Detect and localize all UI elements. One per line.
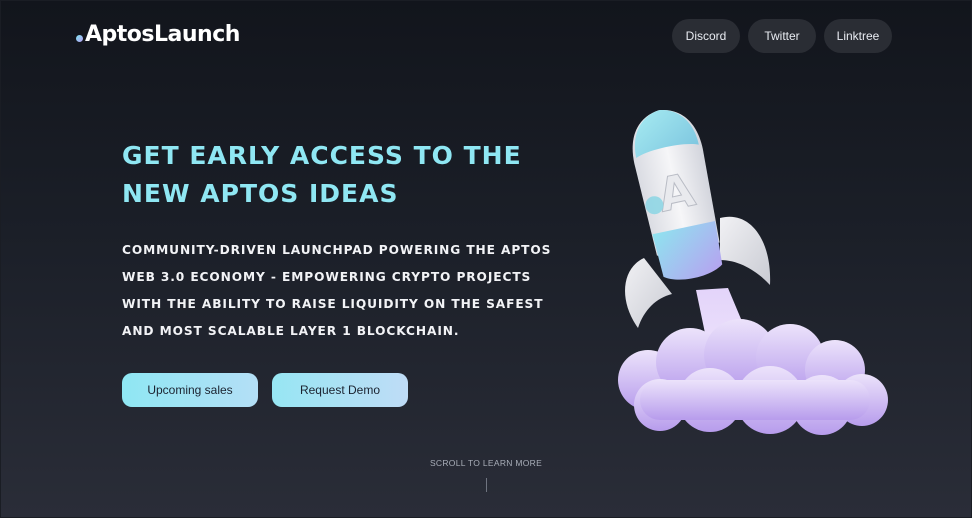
subhead-line: WEB 3.0 ECONOMY - EMPOWERING CRYPTO PROJ…: [122, 270, 532, 284]
subhead-line: COMMUNITY-DRIVEN LAUNCHPAD POWERING THE …: [122, 243, 552, 257]
request-demo-button[interactable]: Request Demo: [272, 373, 408, 407]
scroll-hint[interactable]: SCROLL TO LEARN MORE: [0, 458, 972, 468]
twitter-button[interactable]: Twitter: [748, 19, 816, 53]
scroll-indicator-line: [486, 478, 487, 492]
logo[interactable]: AptosLaunch: [76, 22, 240, 47]
top-nav: Discord Twitter Linktree: [672, 19, 892, 53]
discord-button[interactable]: Discord: [672, 19, 740, 53]
rocket-illustration: A: [618, 110, 888, 435]
smoke-clouds: [618, 319, 888, 435]
linktree-button[interactable]: Linktree: [824, 19, 892, 53]
upcoming-sales-button[interactable]: Upcoming sales: [122, 373, 258, 407]
subhead-line: WITH THE ABILITY TO RAISE LIQUIDITY ON T…: [122, 297, 544, 311]
subhead-line: AND MOST SCALABLE LAYER 1 BLOCKCHAIN.: [122, 324, 460, 338]
hero-headline: GET EARLY ACCESS TO THE NEW APTOS IDEAS: [122, 137, 542, 213]
rocket-fin-right: [720, 216, 771, 285]
headline-line-2: NEW APTOS IDEAS: [122, 179, 399, 208]
headline-line-1: GET EARLY ACCESS TO THE: [122, 141, 522, 170]
logo-dot-icon: [76, 35, 83, 42]
logo-text: AptosLaunch: [85, 22, 240, 47]
hero-subhead: COMMUNITY-DRIVEN LAUNCHPAD POWERING THE …: [122, 237, 562, 345]
